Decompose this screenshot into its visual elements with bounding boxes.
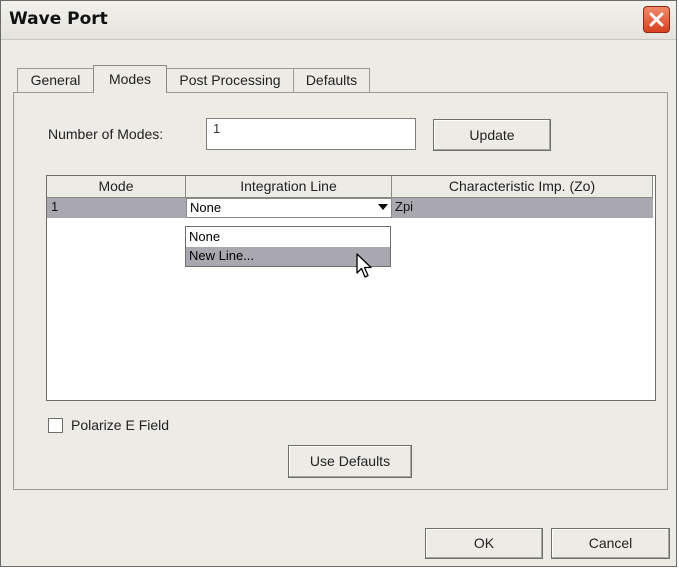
cancel-button[interactable]: Cancel [551, 528, 670, 559]
number-of-modes-input[interactable]: 1 [206, 118, 416, 150]
update-button[interactable]: Update [433, 119, 551, 151]
modes-table: Mode Integration Line Characteristic Imp… [46, 175, 656, 401]
dialog-title: Wave Port [9, 9, 108, 29]
tab-defaults[interactable]: Defaults [293, 68, 370, 92]
table-row[interactable]: 1 None Zpi [47, 198, 653, 218]
wave-port-dialog: Wave Port General Modes Post Processing … [0, 0, 677, 567]
option-none[interactable]: None [186, 228, 390, 247]
column-header-integration-line[interactable]: Integration Line [186, 176, 392, 198]
number-of-modes-label: Number of Modes: [48, 126, 164, 142]
integration-line-value: None [190, 200, 222, 215]
close-icon [649, 12, 664, 27]
column-header-characteristic-imp[interactable]: Characteristic Imp. (Zo) [392, 176, 653, 198]
integration-line-combo[interactable]: None [186, 198, 392, 218]
dropdown-arrow-icon[interactable] [378, 204, 388, 211]
tab-post-processing[interactable]: Post Processing [166, 68, 294, 92]
mode-cell: 1 [51, 199, 59, 214]
column-header-mode[interactable]: Mode [47, 176, 186, 198]
tab-modes[interactable]: Modes [93, 65, 167, 93]
use-defaults-button[interactable]: Use Defaults [288, 445, 412, 478]
ok-button[interactable]: OK [425, 528, 543, 559]
title-bar: Wave Port [1, 1, 676, 40]
mouse-cursor-icon [356, 253, 372, 278]
polarize-e-field-label[interactable]: Polarize E Field [71, 417, 169, 433]
tab-general[interactable]: General [17, 68, 94, 92]
close-button[interactable] [643, 6, 670, 33]
characteristic-imp-cell[interactable]: Zpi [395, 199, 413, 214]
polarize-e-field-checkbox[interactable] [48, 418, 63, 433]
